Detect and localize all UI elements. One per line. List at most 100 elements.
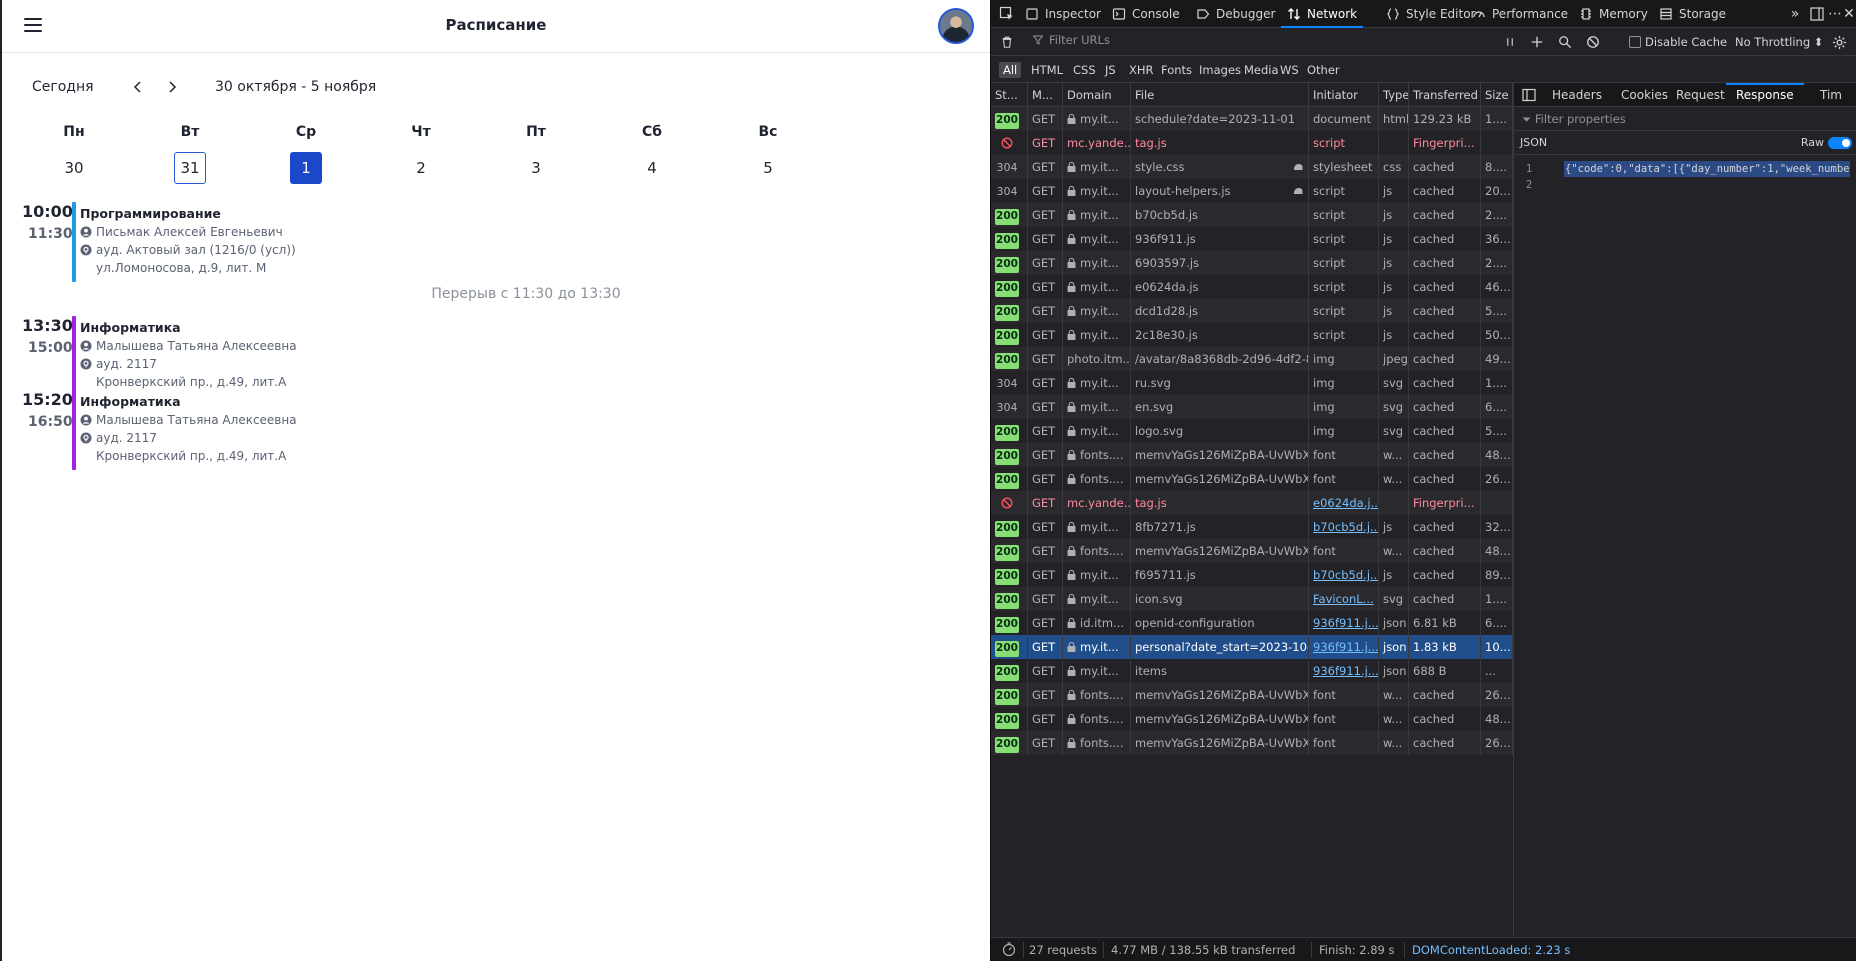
- devtools-tab-console[interactable]: Console: [1112, 0, 1180, 28]
- table-cell: dcd1d28.js: [1131, 299, 1309, 323]
- day-number-button[interactable]: 3: [520, 152, 552, 184]
- type-filter-other[interactable]: Other: [1303, 62, 1344, 78]
- close-icon[interactable]: ✕: [1841, 6, 1856, 22]
- lesson-card[interactable]: 13:30 15:00 Информатика Малышева Татьяна Ал…: [20, 316, 970, 396]
- teacher-name: Малышева Татьяна Алексеевна: [96, 412, 297, 427]
- details-tab-request[interactable]: Request: [1676, 83, 1725, 107]
- throttling-select[interactable]: No Throttling ⬍: [1735, 35, 1823, 49]
- settings-gear-icon[interactable]: [1831, 34, 1847, 50]
- table-row[interactable]: GET mc.yande... tag.js script Fingerpri...: [991, 131, 1513, 155]
- details-tab-tim[interactable]: Tim: [1820, 83, 1842, 107]
- more-tools-icon[interactable]: »: [1787, 6, 1803, 22]
- table-row[interactable]: 200 GET my.it... personal?date_start=2023-1…: [991, 635, 1513, 659]
- element-picker-icon[interactable]: [999, 6, 1015, 22]
- request-initiator[interactable]: e0624da.j...: [1313, 496, 1378, 510]
- table-row[interactable]: 200 GET my.it... items 936f911.j... json 688 B…: [991, 659, 1513, 683]
- details-tab-cookies[interactable]: Cookies: [1621, 83, 1668, 107]
- type-filter-fonts[interactable]: Fonts: [1157, 62, 1196, 78]
- devtools-tab-storage[interactable]: Storage: [1659, 0, 1726, 28]
- details-tab-headers[interactable]: Headers: [1552, 83, 1602, 107]
- request-initiator[interactable]: 936f911.j...: [1313, 616, 1378, 630]
- next-week-button[interactable]: [164, 78, 180, 96]
- type-filter-js[interactable]: JS: [1101, 62, 1120, 78]
- devtools-tab-performance[interactable]: Performance: [1472, 0, 1568, 28]
- type-filter-css[interactable]: CSS: [1069, 62, 1100, 78]
- type-filter-images[interactable]: Images: [1195, 62, 1245, 78]
- table-row[interactable]: 200 GET my.it... logo.svg img svg cached 5....: [991, 419, 1513, 443]
- today-button[interactable]: Сегодня: [32, 79, 94, 95]
- devtools-tab-memory[interactable]: Memory: [1579, 0, 1648, 28]
- block-icon[interactable]: [1585, 34, 1601, 50]
- column-header[interactable]: Initiator: [1309, 83, 1379, 106]
- column-header[interactable]: Type: [1379, 83, 1409, 106]
- day-number-button[interactable]: 4: [636, 152, 668, 184]
- request-domain: my.it...: [1080, 232, 1119, 246]
- table-cell: cached: [1409, 539, 1481, 563]
- request-initiator[interactable]: b70cb5d.j...: [1313, 568, 1378, 582]
- table-row[interactable]: 200 GET my.it... 2c18e30.js script js cached 50…: [991, 323, 1513, 347]
- table-row[interactable]: 304 GET my.it... style.css stylesheet css cach…: [991, 155, 1513, 179]
- table-row[interactable]: 200 GET my.it... 936f911.js script js cached 36…: [991, 227, 1513, 251]
- timer-icon[interactable]: [1001, 941, 1017, 960]
- table-row[interactable]: 200 GET fonts.... memvYaGs126MiZpBA-UvWbX2v…: [991, 731, 1513, 755]
- devtools-tab-style-editor[interactable]: Style Editor: [1386, 0, 1475, 28]
- details-tab-response[interactable]: Response: [1726, 83, 1804, 107]
- table-row[interactable]: 200 GET my.it... e0624da.js script js cached 46…: [991, 275, 1513, 299]
- day-number-button[interactable]: 30: [58, 152, 90, 184]
- filter-properties-input[interactable]: ⏷ Filter properties: [1514, 107, 1856, 131]
- request-initiator[interactable]: b70cb5d.j...: [1313, 520, 1378, 534]
- table-row[interactable]: GET mc.yande... tag.js e0624da.j... Fingerpr…: [991, 491, 1513, 515]
- type-filter-xhr[interactable]: XHR: [1125, 62, 1158, 78]
- type-filter-all[interactable]: All: [999, 62, 1022, 78]
- day-number-button[interactable]: 5: [752, 152, 784, 184]
- table-row[interactable]: 200 GET fonts.... memvYaGs126MiZpBA-UvWbX2v…: [991, 539, 1513, 563]
- table-row[interactable]: 200 GET my.it... dcd1d28.js script js cached 5.…: [991, 299, 1513, 323]
- table-row[interactable]: 200 GET my.it... 6903597.js script js cached 2.…: [991, 251, 1513, 275]
- raw-toggle[interactable]: [1828, 137, 1852, 149]
- table-row[interactable]: 200 GET my.it... schedule?date=2023-11-01 do…: [991, 107, 1513, 131]
- lesson-card[interactable]: 10:00 11:30 Программирование Письмак Алексе…: [20, 202, 970, 282]
- search-icon[interactable]: [1557, 34, 1573, 50]
- lesson-start-time: 10:00: [22, 202, 73, 221]
- add-filter-icon[interactable]: [1529, 34, 1545, 50]
- filter-urls-input[interactable]: Filter URLs: [1033, 33, 1110, 47]
- pause-icon[interactable]: [1502, 34, 1518, 50]
- table-row[interactable]: 304 GET my.it... layout-helpers.js script js c…: [991, 179, 1513, 203]
- column-header[interactable]: St...: [991, 83, 1028, 106]
- avatar[interactable]: [938, 8, 974, 44]
- dock-side-icon[interactable]: [1809, 6, 1825, 22]
- table-row[interactable]: 200 GET my.it... b70cb5d.js script js cached 2.…: [991, 203, 1513, 227]
- table-row[interactable]: 200 GET photo.itm... /avatar/8a8368db-2d96-…: [991, 347, 1513, 371]
- column-header[interactable]: Size: [1481, 83, 1513, 106]
- request-initiator[interactable]: FaviconL...: [1313, 592, 1374, 606]
- table-row[interactable]: 200 GET my.it... f695711.js b70cb5d.j... js ca…: [991, 563, 1513, 587]
- table-row[interactable]: 200 GET my.it... icon.svg FaviconL... svg cach…: [991, 587, 1513, 611]
- toggle-sidebar-icon[interactable]: [1522, 88, 1536, 102]
- table-row[interactable]: 200 GET fonts.... memvYaGs126MiZpBA-UvWbX2v…: [991, 443, 1513, 467]
- column-header[interactable]: Transferred: [1409, 83, 1481, 106]
- column-header[interactable]: File: [1131, 83, 1309, 106]
- table-row[interactable]: 200 GET fonts.... memvYaGs126MiZpBA-UvWbX2v…: [991, 467, 1513, 491]
- day-number-button[interactable]: 1: [290, 152, 322, 184]
- column-header[interactable]: Domain: [1063, 83, 1131, 106]
- table-row[interactable]: 304 GET my.it... en.svg img svg cached 6....: [991, 395, 1513, 419]
- column-header[interactable]: M...: [1028, 83, 1063, 106]
- type-filter-html[interactable]: HTML: [1027, 62, 1067, 78]
- table-row[interactable]: 200 GET my.it... 8fb7271.js b70cb5d.j... js ca…: [991, 515, 1513, 539]
- table-row[interactable]: 200 GET fonts.... memvYaGs126MiZpBA-UvWbX2v…: [991, 683, 1513, 707]
- table-row[interactable]: 200 GET id.itm... openid-configuration 936f9…: [991, 611, 1513, 635]
- day-number-button[interactable]: 2: [405, 152, 437, 184]
- lesson-card[interactable]: 15:20 16:50 Информатика Малышева Татьяна Ал…: [20, 390, 970, 470]
- table-row[interactable]: 200 GET fonts.... memvYaGs126MiZpBA-UvWbX2v…: [991, 707, 1513, 731]
- day-number-button[interactable]: 31: [174, 152, 206, 184]
- prev-week-button[interactable]: [130, 78, 146, 96]
- devtools-tab-inspector[interactable]: Inspector: [1025, 0, 1101, 28]
- type-filter-ws[interactable]: WS: [1276, 62, 1303, 78]
- disable-cache-checkbox[interactable]: Disable Cache: [1629, 35, 1727, 49]
- devtools-tab-debugger[interactable]: Debugger: [1196, 0, 1275, 28]
- request-initiator[interactable]: 936f911.j...: [1313, 664, 1378, 678]
- table-row[interactable]: 304 GET my.it... ru.svg img svg cached 1....: [991, 371, 1513, 395]
- clear-requests-icon[interactable]: [999, 34, 1015, 50]
- request-initiator[interactable]: 936f911.j...: [1313, 640, 1378, 654]
- devtools-tab-network[interactable]: Network: [1280, 0, 1364, 28]
